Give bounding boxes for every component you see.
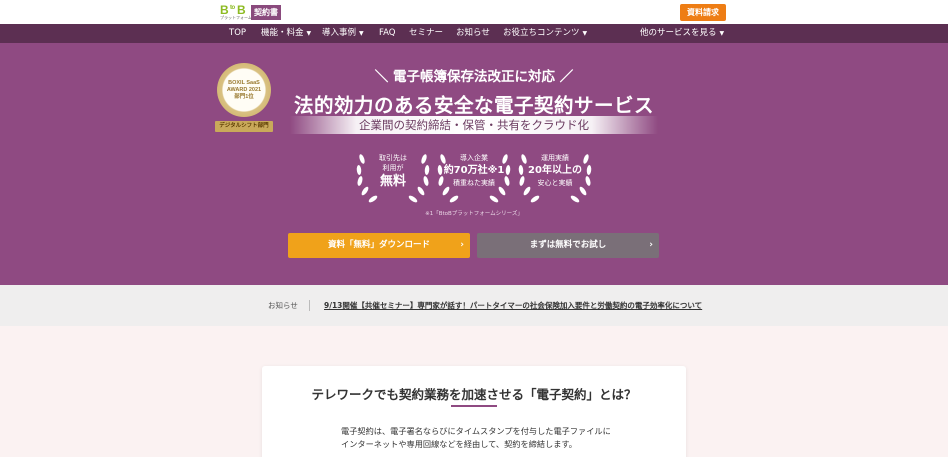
hero-catchphrase: ＼ 電子帳簿保存法改正に対応 ／ bbox=[374, 69, 574, 85]
nav-label: 機能・料金 bbox=[261, 28, 304, 38]
body-line: インターネットや専用回線などを経由して、契約を締結します。 bbox=[341, 439, 577, 449]
chevron-down-icon: ▼ bbox=[582, 30, 588, 37]
divider bbox=[309, 300, 310, 311]
news-bar: お知らせ 9/13開催【共催セミナー】専門家が話す！パートタイマーの社会保険加入… bbox=[0, 285, 948, 326]
nav-item-faq[interactable]: FAQ bbox=[379, 24, 395, 43]
laurel-top-text: 導入企業 bbox=[460, 154, 488, 162]
nav-label: FAQ bbox=[379, 28, 396, 38]
btob-logo: B to B プラットフォーム bbox=[220, 4, 252, 21]
hero-headline: 法的効力のある安全な電子契約サービス bbox=[293, 94, 654, 117]
nav-item-contents[interactable]: お役立ちコンテンツ ▼ bbox=[503, 24, 587, 43]
nav-item-news[interactable]: お知らせ bbox=[456, 24, 490, 43]
nav-label: お役立ちコンテンツ bbox=[503, 28, 580, 38]
section-body: 電子契約は、電子署名ならびにタイムスタンプを付与した電子ファイルに インターネッ… bbox=[341, 425, 611, 451]
laurel-free-for-partners: 取引先は 利用が 無料 bbox=[354, 145, 432, 209]
button-label: 資料「無料」ダウンロード bbox=[327, 240, 430, 250]
award-ribbon: デジタルシフト部門 bbox=[215, 121, 273, 132]
title-underline bbox=[451, 405, 497, 407]
laurel-top-text: 取引先は bbox=[379, 154, 407, 162]
chevron-down-icon: ▼ bbox=[719, 30, 725, 37]
nav-item-top[interactable]: TOP bbox=[229, 24, 246, 43]
section-title: テレワークでも契約業務を加速させる「電子契約」とは？ bbox=[311, 387, 637, 402]
laurel-20-years: 運用実績 20年以上の 安心と実績 bbox=[516, 145, 594, 209]
logo-letter: to bbox=[230, 5, 235, 11]
nav-label: 導入事例 bbox=[322, 28, 357, 38]
main-nav: TOP 機能・料金 ▼ 導入事例 ▼ FAQ セミナー お知らせ お役立ちコンテンツ… bbox=[0, 24, 948, 43]
chevron-down-icon: ▼ bbox=[359, 30, 364, 37]
free-trial-button[interactable]: まずは無料でお試し › bbox=[477, 233, 659, 258]
laurel-bottom-text: 積重ねた実績 bbox=[453, 179, 495, 187]
top-header: B to B プラットフォーム 契約書 資料請求 bbox=[0, 0, 948, 24]
nav-item-features[interactable]: 機能・料金 ▼ bbox=[261, 24, 311, 43]
news-label: お知らせ bbox=[268, 301, 298, 310]
laurel-mid-text: 約70万社※1 bbox=[443, 165, 505, 176]
nav-item-cases[interactable]: 導入事例 ▼ bbox=[322, 24, 364, 43]
body-line: 電子契約は、電子署名ならびにタイムスタンプを付与した電子ファイルに bbox=[341, 426, 611, 436]
laurel-mid-text: 利用が bbox=[382, 164, 404, 172]
chevron-down-icon: ▼ bbox=[306, 30, 312, 37]
button-label: まずは無料でお試し bbox=[529, 240, 607, 250]
nav-label: お知らせ bbox=[456, 28, 490, 38]
news-link[interactable]: 9/13開催【共催セミナー】専門家が話す！パートタイマーの社会保険加入要件と労働… bbox=[324, 285, 702, 326]
hero-footnote: ※1「BtoBプラットフォームシリーズ」 bbox=[425, 211, 523, 217]
logo-badge: 契約書 bbox=[251, 5, 281, 20]
chevron-right-icon: › bbox=[649, 240, 653, 250]
nav-label: セミナー bbox=[409, 28, 444, 38]
download-materials-button[interactable]: 資料「無料」ダウンロード › bbox=[288, 233, 470, 258]
laurel-text: 取引先は 利用が 無料 bbox=[354, 153, 432, 190]
nav-item-other-services[interactable]: 他のサービスを見る ▼ bbox=[640, 24, 724, 43]
laurel-text: 運用実績 20年以上の 安心と実績 bbox=[516, 153, 594, 188]
site-logo[interactable]: B to B プラットフォーム 契約書 bbox=[220, 4, 281, 21]
laurel-mid-text: 20年以上の bbox=[528, 165, 582, 176]
laurel-text: 導入企業 約70万社※1 積重ねた実績 bbox=[435, 153, 513, 188]
nav-label: 他のサービスを見る bbox=[640, 28, 717, 38]
chevron-right-icon: › bbox=[460, 240, 464, 250]
laurel-big-text: 無料 bbox=[379, 174, 406, 189]
intro-card: テレワークでも契約業務を加速させる「電子契約」とは？ 電子契約は、電子署名ならび… bbox=[262, 366, 686, 457]
logo-subtext: プラットフォーム bbox=[220, 15, 252, 20]
laurel-top-text: 運用実績 bbox=[541, 154, 569, 162]
laurel-bottom-text: 安心と実績 bbox=[537, 179, 573, 187]
nav-item-seminar[interactable]: セミナー bbox=[409, 24, 443, 43]
nav-label: TOP bbox=[229, 28, 247, 38]
hero-subheadline: 企業間の契約締結・保管・共有をクラウド化 bbox=[290, 116, 658, 134]
request-materials-button[interactable]: 資料請求 bbox=[680, 4, 726, 21]
hero-section: BOXIL SaaS AWARD 2021 部門1位 デジタルシフト部門 ＼ 電… bbox=[0, 43, 948, 285]
laurel-700k-companies: 導入企業 約70万社※1 積重ねた実績 bbox=[435, 145, 513, 209]
